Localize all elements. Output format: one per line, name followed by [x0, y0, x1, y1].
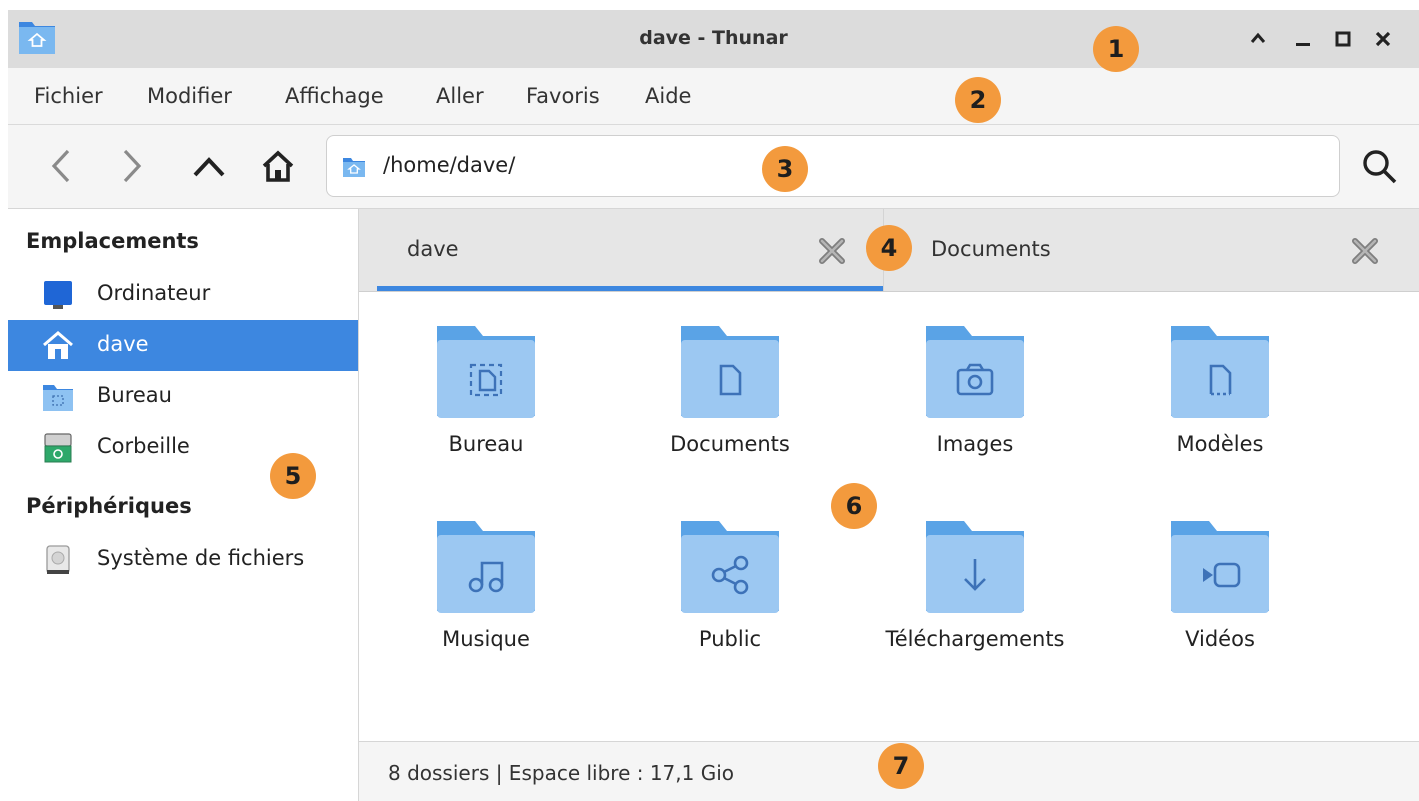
title-bar[interactable]: dave - Thunar [8, 10, 1419, 68]
minimize-button[interactable] [1290, 26, 1316, 52]
window-title: dave - Thunar [639, 27, 788, 49]
sidebar-item-label: Système de fichiers [97, 546, 305, 570]
sidebar-item-label: dave [97, 332, 149, 356]
close-button[interactable] [1370, 26, 1396, 52]
minimize-icon [1296, 43, 1310, 46]
callout-marker: 5 [270, 453, 316, 499]
back-icon [51, 149, 70, 183]
menu-fichier[interactable]: Fichier [34, 84, 103, 108]
tab-dave[interactable]: dave [359, 209, 883, 291]
folder-download-icon [926, 521, 1024, 613]
close-icon [1375, 31, 1391, 47]
callout-marker: 3 [762, 146, 808, 192]
forward-button[interactable] [111, 145, 153, 187]
computer-icon [44, 281, 72, 309]
sidebar-item-label: Bureau [97, 383, 172, 407]
active-tab-indicator [377, 286, 883, 291]
callout-marker: 2 [955, 77, 1001, 123]
callout-marker: 1 [1093, 26, 1139, 72]
up-icon [193, 157, 225, 177]
folder-desktop-icon [437, 326, 535, 418]
folder-public-icon [681, 521, 779, 613]
callout-marker: 4 [866, 225, 912, 271]
menu-modifier[interactable]: Modifier [147, 84, 232, 108]
folder-images[interactable]: Images [880, 292, 1070, 462]
tab-label: dave [407, 237, 459, 261]
sidebar-item-label: Corbeille [97, 434, 190, 458]
drive-icon [46, 545, 70, 574]
location-bar[interactable]: /home/dave/ [326, 135, 1340, 197]
home-folder-icon [343, 158, 365, 177]
sidebar-item-label: Ordinateur [97, 281, 211, 305]
shade-button[interactable] [1245, 26, 1271, 52]
folder-telechargements[interactable]: Téléchargements [880, 487, 1070, 657]
menu-bar: Fichier Modifier Affichage Aller Favoris… [8, 68, 1419, 125]
sidebar-heading-devices: Périphériques [26, 494, 192, 518]
back-button[interactable] [40, 145, 82, 187]
menu-favoris[interactable]: Favoris [526, 84, 600, 108]
folder-label: Public [698, 627, 762, 651]
status-text: 8 dossiers | Espace libre : 17,1 Gio [388, 761, 735, 785]
menu-affichage[interactable]: Affichage [285, 84, 384, 108]
search-icon [1363, 150, 1397, 184]
folder-label: Téléchargements [885, 627, 1065, 651]
folder-modeles[interactable]: Modèles [1125, 292, 1315, 462]
maximize-button[interactable] [1330, 26, 1356, 52]
sidebar-item-filesystem[interactable]: Système de fichiers [8, 534, 358, 585]
folder-music-icon [437, 521, 535, 613]
folder-documents-icon [681, 326, 779, 418]
folder-label: Modèles [1176, 432, 1264, 456]
folder-videos[interactable]: Vidéos [1125, 487, 1315, 657]
folder-templates-icon [1171, 326, 1269, 418]
forward-icon [123, 149, 142, 183]
trash-icon [44, 433, 72, 463]
sidebar-item-ordinateur[interactable]: Ordinateur [8, 269, 358, 320]
home-icon [262, 150, 294, 182]
folder-label: Images [936, 432, 1014, 456]
sidebar-item-bureau[interactable]: Bureau [8, 371, 358, 422]
toolbar: /home/dave/ [8, 125, 1419, 209]
close-tab-icon[interactable] [1348, 234, 1382, 268]
callout-marker: 7 [878, 743, 924, 789]
folder-videos-icon [1171, 521, 1269, 613]
home-button[interactable] [257, 145, 299, 187]
close-tab-icon[interactable] [815, 234, 849, 268]
folder-pictures-icon [926, 326, 1024, 418]
folder-label: Bureau [448, 432, 524, 456]
folder-label: Documents [670, 432, 790, 456]
tab-label: Documents [931, 237, 1051, 261]
shade-icon [1250, 32, 1266, 43]
menu-aller[interactable]: Aller [436, 84, 484, 108]
sidebar: Emplacements Ordinateur dave Bureau Corb… [8, 209, 359, 801]
tab-documents[interactable]: Documents [883, 209, 1419, 291]
folder-bureau[interactable]: Bureau [391, 292, 581, 462]
thunar-window: dave - Thunar Fichier Modifier Affichage… [8, 10, 1419, 801]
folder-public[interactable]: Public [635, 487, 825, 657]
maximize-icon [1335, 31, 1351, 47]
search-button[interactable] [1354, 145, 1404, 187]
folder-label: Vidéos [1185, 627, 1255, 651]
desktop-folder-icon [43, 385, 73, 411]
location-path[interactable]: /home/dave/ [383, 153, 515, 177]
folder-musique[interactable]: Musique [391, 487, 581, 657]
folder-label: Musique [442, 627, 530, 651]
home-icon [43, 331, 73, 359]
file-view[interactable]: Bureau Documents Images Modèles Musique … [359, 292, 1419, 741]
up-button[interactable] [188, 145, 230, 187]
menu-aide[interactable]: Aide [645, 84, 691, 108]
sidebar-item-dave[interactable]: dave [8, 320, 358, 371]
sidebar-heading-places: Emplacements [26, 229, 199, 253]
folder-documents[interactable]: Documents [635, 292, 825, 462]
callout-marker: 6 [831, 483, 877, 529]
